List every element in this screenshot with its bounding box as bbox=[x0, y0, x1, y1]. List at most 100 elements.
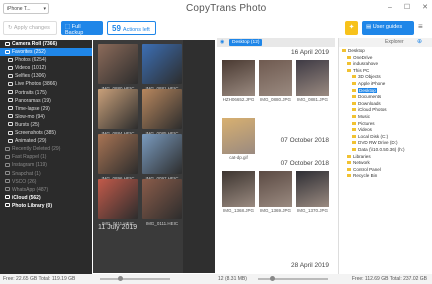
user-guides-button[interactable]: ▤ User guides bbox=[362, 21, 414, 35]
tree-item[interactable]: Videos bbox=[342, 127, 432, 134]
menu-icon[interactable]: ≡ bbox=[418, 22, 423, 31]
sidebar-item[interactable]: Recently Deleted (29) bbox=[0, 145, 92, 153]
device-storage: Free: 22.65 GB Total: 119.19 GB bbox=[3, 276, 76, 282]
sidebar-item-label: iCloud (562) bbox=[12, 194, 41, 201]
tree-item-label: iCloud Photos bbox=[358, 107, 387, 113]
photo-filename: cat-dp.gif bbox=[229, 155, 248, 160]
tree-item[interactable]: Control Panel bbox=[342, 167, 432, 174]
photo-thumbnail[interactable] bbox=[222, 171, 255, 207]
sidebar-item[interactable]: Photos (6254) bbox=[0, 56, 92, 64]
photo-thumbnail[interactable] bbox=[259, 60, 292, 96]
toolbar: ↻ Apply changes ⬚ Full Backup 59 Actions … bbox=[0, 19, 432, 39]
sidebar-item[interactable]: Panoramas (19) bbox=[0, 97, 92, 105]
sidebar-item[interactable]: VSCO (26) bbox=[0, 178, 92, 186]
tree-item[interactable]: Libraries bbox=[342, 154, 432, 161]
minimize-button[interactable]: – bbox=[388, 4, 392, 11]
photo-thumbnail[interactable]: IMG_0884.HEIC bbox=[98, 89, 138, 136]
photo-thumbnail[interactable] bbox=[222, 118, 255, 154]
photo-thumbnail[interactable]: IMG_0111.HEIC bbox=[98, 179, 138, 226]
device-select[interactable]: iPhone T... ▾ bbox=[3, 3, 49, 14]
sidebar-item[interactable]: Time-lapse (29) bbox=[0, 105, 92, 113]
zoom-slider-right[interactable] bbox=[258, 278, 328, 280]
sidebar-item[interactable]: Videos (1012) bbox=[0, 64, 92, 72]
tree-item-label: Desktop bbox=[348, 48, 365, 53]
tree-item[interactable]: 3D Objects bbox=[342, 74, 432, 81]
photo-thumbnail[interactable]: IMG_0111.HEIC bbox=[142, 179, 182, 226]
sidebar-item-label: Animated (29) bbox=[15, 138, 47, 145]
pane-toggle-icon[interactable]: ◉ bbox=[220, 39, 224, 45]
sidebar-item-label: Snapchat (1) bbox=[12, 170, 41, 177]
photo-thumbnail[interactable]: IMG_0097.HEIC bbox=[142, 134, 182, 181]
sidebar-item-label: Photo Library (0) bbox=[12, 202, 53, 209]
album-icon bbox=[5, 171, 10, 175]
tree-item-label: Pictures bbox=[358, 120, 375, 126]
folder-icon bbox=[352, 141, 356, 145]
zoom-slider-knob[interactable] bbox=[270, 276, 275, 281]
actions-left-button[interactable]: 59 Actions left bbox=[107, 21, 156, 35]
selection-info: 12 (8.31 MB) bbox=[218, 276, 247, 282]
desktop-tab[interactable]: Desktop (12) bbox=[229, 39, 263, 46]
album-icon bbox=[5, 49, 10, 54]
photo-thumbnail[interactable] bbox=[222, 60, 255, 96]
sidebar-item[interactable]: Instagram (119) bbox=[0, 161, 92, 169]
photo-thumbnail[interactable]: IMG_0085.HEIC bbox=[142, 89, 182, 136]
tree-item[interactable]: This PC bbox=[342, 68, 432, 75]
lightbulb-icon[interactable]: ✦ bbox=[345, 21, 358, 35]
zoom-slider-knob[interactable] bbox=[118, 276, 123, 281]
tree-item[interactable]: Documents bbox=[342, 94, 432, 101]
tree-item[interactable]: Music bbox=[342, 114, 432, 121]
tree-item-label: DVD RW Drive (D:) bbox=[358, 140, 398, 146]
tree-item[interactable]: Downloads bbox=[342, 101, 432, 108]
sidebar-item[interactable]: Slow-mo (94) bbox=[0, 113, 92, 121]
tree-item-label: Data (\\10.0.50.36) (h:) bbox=[358, 146, 405, 152]
tree-item-label: Apple iPhone bbox=[358, 80, 386, 86]
tree-item[interactable]: Network bbox=[342, 160, 432, 167]
pc-pane-header: ◉ Desktop (12) bbox=[217, 38, 335, 47]
tree-item-label: Libraries bbox=[353, 153, 371, 159]
tree-item[interactable]: DVD RW Drive (D:) bbox=[342, 140, 432, 147]
close-button[interactable]: ✕ bbox=[422, 4, 428, 11]
add-folder-icon[interactable]: ⊕ bbox=[417, 38, 422, 45]
apply-changes-button[interactable]: ↻ Apply changes bbox=[3, 21, 57, 35]
photo-thumbnail[interactable] bbox=[296, 60, 329, 96]
tree-item[interactable]: OneDrive bbox=[342, 55, 432, 62]
sidebar-item[interactable]: Bursts (25) bbox=[0, 121, 92, 129]
sidebar-item[interactable]: Snapchat (1) bbox=[0, 170, 92, 178]
photo-thumbnail[interactable] bbox=[296, 171, 329, 207]
device-photo-grid-scroll[interactable] bbox=[183, 40, 215, 273]
tree-item[interactable]: iCloud Photos bbox=[342, 107, 432, 114]
tree-item[interactable]: Desktop bbox=[342, 87, 432, 95]
sidebar-item[interactable]: Screenshots (385) bbox=[0, 129, 92, 137]
tree-item[interactable]: Apple iPhone bbox=[342, 81, 432, 88]
tree-item-label: 3D Objects bbox=[358, 74, 381, 80]
photo-thumbnail[interactable]: IMG_0880.HEIC bbox=[98, 44, 138, 91]
sidebar-item[interactable]: Camera Roll (7366) bbox=[0, 40, 92, 48]
album-icon bbox=[8, 73, 13, 78]
full-backup-button[interactable]: ⬚ Full Backup bbox=[61, 21, 103, 36]
tree-item[interactable]: Recycle Bin bbox=[342, 173, 432, 180]
tree-item[interactable]: Data (\\10.0.50.36) (h:) bbox=[342, 147, 432, 154]
sidebar-item[interactable]: Photo Library (0) bbox=[0, 202, 92, 210]
tree-item[interactable]: Pictures bbox=[342, 121, 432, 128]
sidebar-item[interactable]: Selfies (1306) bbox=[0, 72, 92, 80]
zoom-slider-left[interactable] bbox=[100, 278, 170, 280]
tree-item[interactable]: indusrahove bbox=[342, 61, 432, 68]
folder-icon bbox=[347, 167, 351, 171]
date-header: 28 April 2019 bbox=[291, 262, 329, 269]
sidebar-item[interactable]: WhatsApp (487) bbox=[0, 186, 92, 194]
sidebar-item[interactable]: Favorites (252) bbox=[0, 48, 92, 57]
maximize-button[interactable]: ☐ bbox=[404, 4, 410, 11]
album-icon bbox=[5, 187, 10, 192]
sidebar-item[interactable]: Fast Rappel (1) bbox=[0, 153, 92, 161]
tree-item[interactable]: Local Disk (C:) bbox=[342, 134, 432, 141]
folder-icon bbox=[352, 81, 356, 85]
sidebar-item[interactable]: Live Photos (3866) bbox=[0, 80, 92, 88]
sidebar-item[interactable]: Animated (29) bbox=[0, 137, 92, 145]
sidebar-item[interactable]: iCloud (562) bbox=[0, 194, 92, 202]
sidebar-item[interactable]: Portraits (175) bbox=[0, 89, 92, 97]
window-controls: – ☐ ✕ bbox=[378, 3, 428, 11]
photo-thumbnail[interactable] bbox=[259, 171, 292, 207]
photo-thumbnail[interactable]: IMG_0896.HEIC bbox=[98, 134, 138, 181]
photo-thumbnail[interactable]: IMG_0881.HEIC bbox=[142, 44, 182, 91]
tree-item[interactable]: Desktop bbox=[342, 48, 432, 55]
